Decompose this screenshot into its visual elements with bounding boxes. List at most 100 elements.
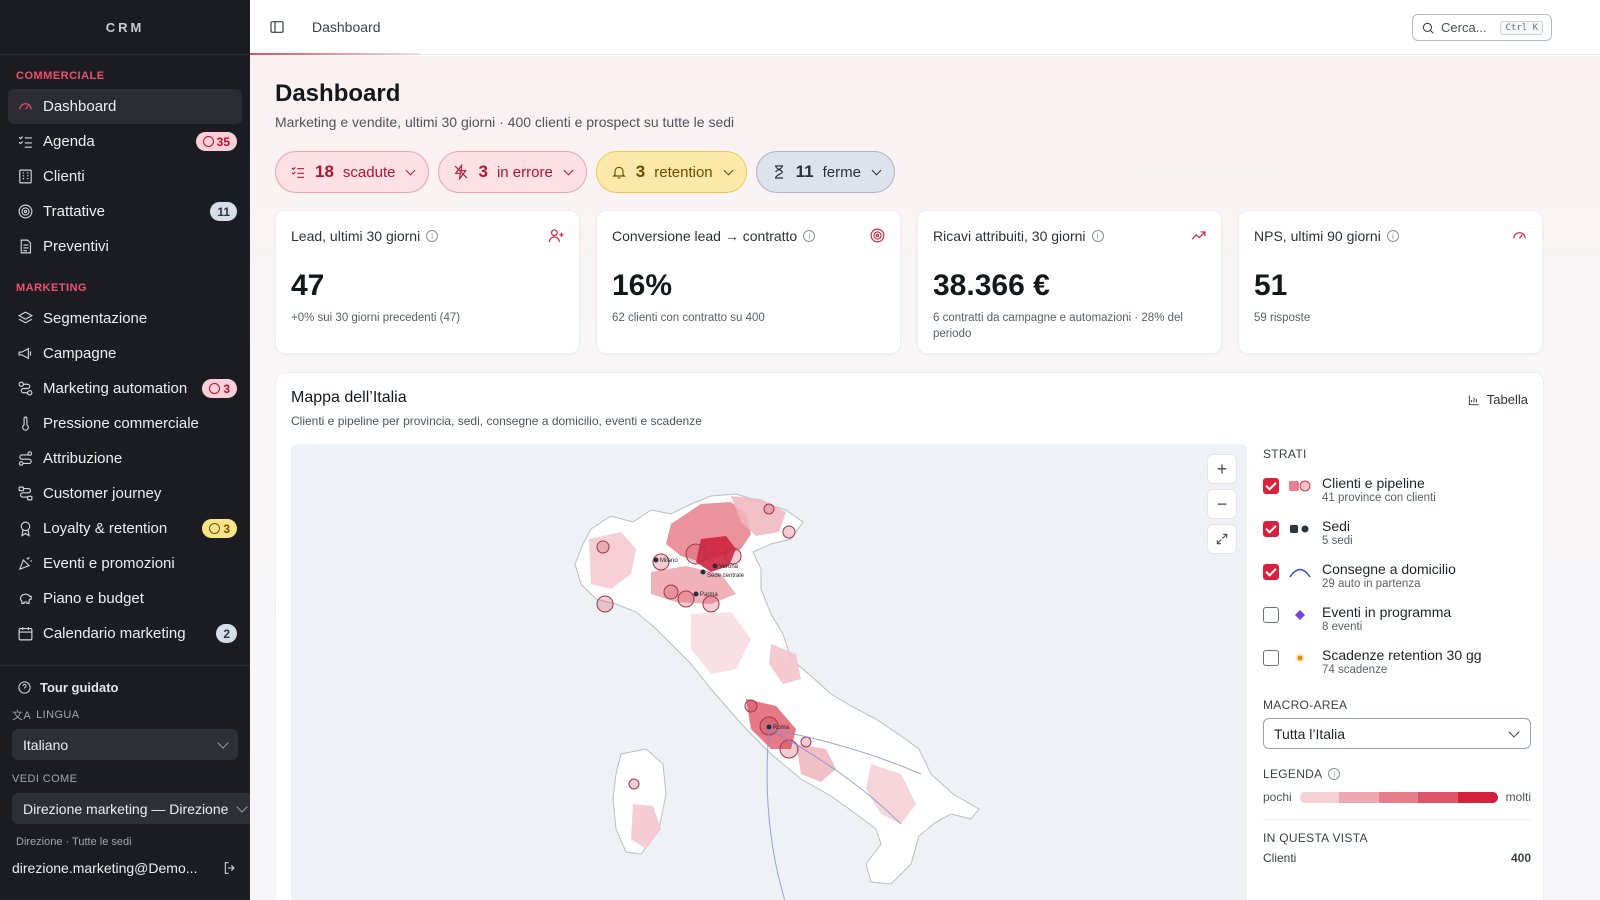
- sidebar-item-label: Eventi e promozioni: [43, 555, 175, 572]
- sidebar-item-customer-journey[interactable]: Customer journey: [8, 476, 242, 511]
- clock-icon: [209, 523, 221, 534]
- shortcut-hint: Ctrl K: [1500, 20, 1543, 35]
- layers-icon: [16, 310, 34, 328]
- legend-scale: pochi molti: [1263, 790, 1531, 804]
- breadcrumb: Dashboard: [312, 19, 381, 35]
- page-subtitle: Marketing e vendite, ultimi 30 giorni · …: [275, 114, 735, 130]
- italy-map[interactable]: Milano Verona Sede centrale Parma Roma +…: [291, 444, 1247, 900]
- macro-area-label: MACRO-AREA: [1263, 698, 1348, 712]
- layer-checkbox[interactable]: [1263, 650, 1279, 666]
- user-email: direzione.marketing@Demo...: [12, 860, 198, 876]
- info-icon[interactable]: i: [1386, 230, 1399, 242]
- gauge-icon: [16, 98, 34, 116]
- zoom-out-button[interactable]: −: [1207, 489, 1237, 519]
- language-label: 文A LINGUA: [12, 709, 80, 722]
- checklist-icon: [16, 133, 34, 151]
- chip-ferme[interactable]: 11 ferme: [755, 151, 895, 193]
- sidebar-item-agenda[interactable]: Agenda 35: [8, 124, 242, 159]
- sidebar-item-label: Campagne: [43, 345, 117, 362]
- zoom-in-button[interactable]: +: [1207, 454, 1237, 484]
- layer-scadenze[interactable]: Scadenze retention 30 gg 74 scadenze: [1263, 647, 1531, 676]
- target-icon: [16, 203, 34, 221]
- sidebar-item-trattative[interactable]: Trattative 11: [8, 194, 242, 229]
- italy-map-svg: Milano Verona Sede centrale Parma Roma: [574, 493, 980, 900]
- sidebar-item-label: Pressione commerciale: [43, 415, 199, 432]
- layer-eventi[interactable]: Eventi in programma 8 eventi: [1263, 604, 1531, 633]
- journey-icon: [16, 485, 34, 503]
- tour-guidato-button[interactable]: Tour guidato: [0, 676, 250, 698]
- page-title: Dashboard: [275, 80, 401, 107]
- trend-up-icon: [1190, 227, 1207, 244]
- info-icon[interactable]: i: [426, 230, 439, 242]
- sidebar-item-loyalty-retention[interactable]: Loyalty & retention 3: [8, 511, 242, 546]
- sidebar-item-attribuzione[interactable]: Attribuzione: [8, 441, 242, 476]
- checklist-icon: [291, 166, 304, 178]
- logout-icon[interactable]: [222, 860, 238, 876]
- sidebar-item-piano-budget[interactable]: Piano e budget: [8, 581, 242, 616]
- active-tab-indicator: [250, 53, 420, 55]
- choropleth-icon: [1288, 478, 1312, 494]
- chevron-down-icon: [563, 165, 574, 175]
- sidebar-item-label: Agenda: [43, 133, 95, 150]
- layer-sedi[interactable]: Sedi 5 sedi: [1263, 518, 1531, 547]
- sidebar-item-clienti[interactable]: Clienti: [8, 159, 242, 194]
- chevron-down-icon: [871, 165, 882, 175]
- sidebar-item-label: Preventivi: [43, 238, 109, 255]
- sidebar-item-label: Customer journey: [43, 485, 162, 502]
- clock-icon: [202, 136, 214, 147]
- map-title: Mappa dell’Italia: [291, 389, 407, 406]
- map-card: Mappa dell’Italia Clienti e pipeline per…: [275, 372, 1544, 900]
- search-input[interactable]: Cerca... Ctrl K: [1412, 14, 1552, 41]
- layer-consegne[interactable]: Consegne a domicilio 29 auto in partenza: [1263, 561, 1531, 590]
- piggybank-icon: [16, 590, 34, 608]
- bar-chart-icon: [1468, 394, 1479, 405]
- kpi-card-ricavi: Ricavi attribuiti, 30 giorni i 38.366 € 6…: [917, 210, 1222, 354]
- count-badge: 2: [216, 624, 237, 643]
- alert-badge: 35: [195, 132, 237, 151]
- sidebar-item-segmentazione[interactable]: Segmentazione: [8, 301, 242, 336]
- layer-clienti-pipeline[interactable]: Clienti e pipeline 41 province con client…: [1263, 475, 1531, 504]
- legend-label: LEGENDA i: [1263, 767, 1531, 781]
- layer-checkbox[interactable]: [1263, 564, 1279, 580]
- calendar-icon: [16, 625, 34, 643]
- sidebar-item-label: Piano e budget: [43, 590, 144, 607]
- sidebar-item-dashboard[interactable]: Dashboard: [8, 89, 242, 124]
- chip-retention[interactable]: 3 retention: [595, 151, 747, 193]
- diamond-icon: [1288, 607, 1312, 623]
- city-label-milano: Milano: [660, 558, 678, 564]
- chip-scadute[interactable]: 18 scadute: [275, 151, 430, 193]
- view-as-label: VEDI COME: [12, 773, 78, 785]
- sidebar-item-calendario-marketing[interactable]: Calendario marketing 2: [8, 616, 242, 651]
- alert-chips: 18 scadute 3 in errore 3 retention 11 ferme: [275, 151, 895, 193]
- chip-in-errore[interactable]: 3 in errore: [438, 151, 587, 193]
- megaphone-icon: [16, 345, 34, 363]
- sidebar-item-pressione-commerciale[interactable]: Pressione commerciale: [8, 406, 242, 441]
- chevron-down-icon: [723, 165, 734, 175]
- user-row: direzione.marketing@Demo...: [0, 860, 250, 876]
- view-as-select[interactable]: Direzione marketing — Direzione: [12, 793, 257, 824]
- table-view-button[interactable]: Tabella: [1467, 392, 1528, 407]
- info-icon[interactable]: i: [1328, 768, 1341, 780]
- sidebar-item-eventi-promozioni[interactable]: Eventi e promozioni: [8, 546, 242, 581]
- translate-icon: 文A: [12, 710, 32, 722]
- expand-icon: [1216, 533, 1228, 545]
- macro-area-select[interactable]: Tutta l’Italia: [1263, 718, 1531, 749]
- chevron-down-icon: [406, 165, 416, 175]
- info-icon[interactable]: i: [803, 230, 816, 242]
- fullscreen-button[interactable]: [1207, 524, 1237, 554]
- legend-gradient: [1299, 791, 1498, 803]
- sidebar-item-campagne[interactable]: Campagne: [8, 336, 242, 371]
- clock-icon: [209, 383, 221, 394]
- layer-checkbox[interactable]: [1263, 607, 1279, 623]
- hourglass-icon: [774, 165, 783, 179]
- sidebar-item-preventivi[interactable]: Preventivi: [8, 229, 242, 264]
- layer-checkbox[interactable]: [1263, 521, 1279, 537]
- sidebar-item-marketing-automation[interactable]: Marketing automation 3: [8, 371, 242, 406]
- info-icon[interactable]: i: [1091, 230, 1104, 242]
- sidebar-toggle-icon[interactable]: [269, 19, 285, 35]
- kpi-card-conversione: Conversione lead → contratto i 16% 62 cli…: [596, 210, 901, 354]
- scope-note: Direzione · Tutte le sedi: [16, 836, 132, 848]
- map-subtitle: Clienti e pipeline per provincia, sedi, …: [291, 414, 702, 428]
- language-select[interactable]: Italiano: [12, 729, 238, 760]
- layer-checkbox[interactable]: [1263, 478, 1279, 494]
